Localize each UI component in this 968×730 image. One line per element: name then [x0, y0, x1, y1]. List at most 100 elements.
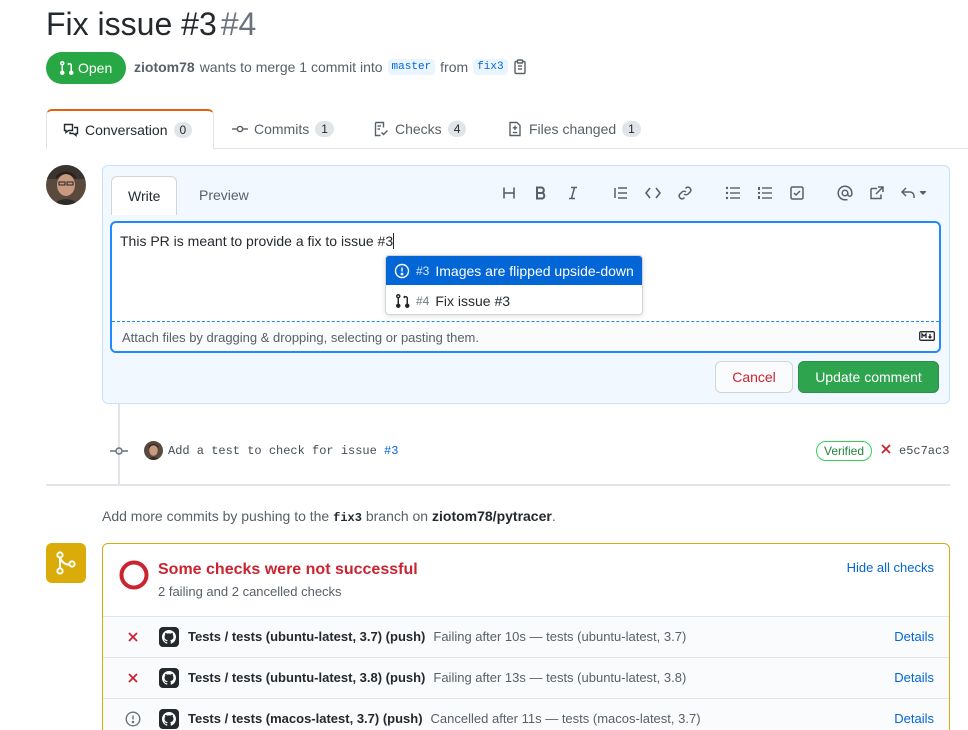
git-pull-request-icon	[394, 293, 410, 309]
link-icon[interactable]	[675, 183, 695, 203]
base-branch[interactable]: master	[387, 59, 436, 75]
checks-summary: Some checks were not successful 2 failin…	[102, 543, 950, 730]
github-mark-icon	[159, 627, 179, 647]
avatar[interactable]	[144, 441, 163, 460]
tab-counter: 0	[173, 122, 193, 138]
check-name-text: Tests / tests (ubuntu-latest, 3.8) (push…	[188, 670, 426, 685]
tab-counter: 1	[622, 121, 641, 137]
checks-subtitle: 2 failing and 2 cancelled checks	[158, 584, 342, 599]
x-icon	[125, 629, 141, 645]
author-link[interactable]: ziotom78	[134, 59, 195, 75]
check-name-text: Tests / tests (ubuntu-latest, 3.7) (push…	[188, 629, 426, 644]
tab-preview[interactable]: Preview	[183, 176, 265, 214]
from-text: from	[440, 59, 469, 75]
head-branch[interactable]: fix3	[473, 59, 508, 75]
x-icon[interactable]	[880, 443, 892, 455]
avatar[interactable]	[46, 165, 86, 205]
clipboard-icon[interactable]	[513, 59, 527, 75]
pr-number: #4	[220, 6, 257, 42]
attach-note: Attach files by dragging & dropping, sel…	[122, 330, 479, 345]
github-mark-icon	[159, 668, 179, 688]
check-details-link[interactable]: Details	[894, 670, 934, 685]
suggestion-title: Images are flipped upside-down	[435, 262, 634, 279]
task-list-icon[interactable]	[787, 183, 807, 203]
comment-discussion-icon	[63, 122, 79, 138]
issue-opened-icon	[394, 263, 410, 279]
tab-label: Checks	[395, 121, 442, 137]
tab-conversation[interactable]: Conversation 0	[46, 109, 214, 150]
verified-badge[interactable]: Verified	[816, 441, 873, 461]
pr-tabs: Conversation 0 Commits 1 Checks 4 Files …	[46, 109, 968, 150]
textarea-content: This PR is meant to provide a fix to iss…	[120, 233, 395, 249]
suggestion-number: #4	[416, 293, 430, 308]
check-description: Failing after 10s — tests (ubuntu-latest…	[433, 629, 687, 644]
stop-icon	[118, 559, 150, 591]
textarea-text: This PR is meant to provide a fix to iss…	[120, 233, 394, 249]
tab-label: Files changed	[529, 121, 617, 137]
github-mark-icon	[159, 709, 179, 729]
check-row: Tests / tests (ubuntu-latest, 3.8) (push…	[103, 657, 949, 698]
commit-message[interactable]: Add a test to check for issue #3	[168, 444, 398, 458]
pr-title-heading: Fix issue #3 #4	[46, 4, 256, 44]
tab-counter: 1	[315, 121, 334, 137]
unordered-list-icon[interactable]	[723, 183, 743, 203]
tab-label: Commits	[254, 121, 310, 137]
code-icon[interactable]	[643, 183, 663, 203]
reply-icon[interactable]	[899, 183, 929, 203]
pr-meta: ziotom78 wants to merge 1 commit into ma…	[134, 59, 527, 75]
tab-files-changed[interactable]: Files changed 1	[491, 109, 657, 149]
check-description: Failing after 13s — tests (ubuntu-latest…	[433, 670, 687, 685]
pr-title: Fix issue #3	[46, 6, 217, 42]
markdown-icon[interactable]	[919, 331, 935, 341]
italic-icon[interactable]	[563, 183, 583, 203]
git-pull-request-icon	[58, 60, 74, 76]
merge-text: wants to merge 1 commit into	[199, 59, 383, 75]
cancel-button[interactable]: Cancel	[715, 361, 793, 393]
update-comment-button[interactable]: Update comment	[798, 361, 939, 393]
push-note-branch: fix3	[333, 511, 362, 525]
push-note-after: .	[551, 508, 556, 524]
bold-icon[interactable]	[531, 183, 551, 203]
file-attach-area[interactable]: Attach files by dragging & dropping, sel…	[112, 321, 939, 351]
tab-label: Conversation	[85, 122, 168, 138]
suggestion-title: Fix issue #3	[435, 292, 511, 309]
check-row: Tests / tests (macos-latest, 3.7) (push)…	[103, 698, 949, 730]
hide-all-checks-link[interactable]: Hide all checks	[847, 560, 934, 575]
check-details-link[interactable]: Details	[894, 629, 934, 644]
ordered-list-icon[interactable]	[755, 183, 775, 203]
checks-badge	[46, 543, 86, 583]
git-commit-icon	[232, 121, 248, 137]
file-diff-icon	[507, 121, 523, 137]
commit-sha[interactable]: e5c7ac3	[899, 444, 949, 458]
check-name: Tests / tests (macos-latest, 3.7) (push)…	[188, 711, 701, 726]
suggestion-number: #3	[416, 263, 430, 278]
check-description: Cancelled after 11s — tests (macos-lates…	[430, 711, 701, 726]
cross-reference-icon[interactable]	[867, 183, 887, 203]
state-badge: Open	[46, 52, 126, 84]
state-label: Open	[78, 60, 113, 76]
cancelled-icon	[125, 711, 141, 727]
tab-commits[interactable]: Commits 1	[216, 109, 350, 149]
tab-counter: 4	[447, 121, 467, 137]
commit-issue-ref[interactable]: #3	[384, 444, 398, 458]
quote-icon[interactable]	[611, 183, 631, 203]
suggestion-item[interactable]: #3 Images are flipped upside-down	[386, 256, 642, 285]
check-name-text: Tests / tests (macos-latest, 3.7) (push)	[188, 711, 423, 726]
push-note-repo[interactable]: ziotom78/pytracer	[432, 508, 552, 524]
check-details-link[interactable]: Details	[894, 711, 934, 726]
commit-message-text: Add a test to check for issue	[168, 444, 377, 458]
text-caret	[393, 233, 395, 249]
tab-checks[interactable]: Checks 4	[357, 109, 482, 149]
push-note-middle: branch on	[365, 508, 429, 524]
check-row: Tests / tests (ubuntu-latest, 3.7) (push…	[103, 616, 949, 657]
checks-title: Some checks were not successful	[158, 561, 418, 578]
git-branch-icon	[53, 550, 79, 576]
tab-write[interactable]: Write	[111, 176, 178, 215]
mention-icon[interactable]	[835, 183, 855, 203]
suggestion-item[interactable]: #4 Fix issue #3	[386, 286, 642, 315]
check-name: Tests / tests (ubuntu-latest, 3.7) (push…	[188, 629, 686, 644]
x-icon	[125, 670, 141, 686]
git-commit-icon	[110, 443, 128, 459]
autocomplete-menu: #3 Images are flipped upside-down #4 Fix…	[385, 255, 643, 315]
heading-icon[interactable]	[499, 183, 519, 203]
